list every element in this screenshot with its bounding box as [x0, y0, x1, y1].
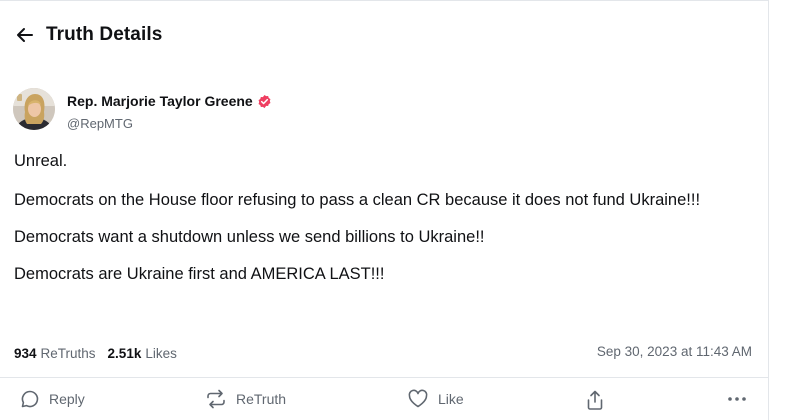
- share-button[interactable]: [585, 389, 605, 411]
- post-paragraph: Democrats want a shutdown unless we send…: [14, 228, 485, 246]
- post-paragraph: Democrats on the House floor refusing to…: [14, 191, 701, 209]
- reply-label: Reply: [49, 391, 85, 407]
- action-bar: Reply ReTruth Like: [0, 378, 768, 420]
- retruths-count: 934: [14, 345, 37, 361]
- post-timestamp: Sep 30, 2023 at 11:43 AM: [596, 344, 752, 359]
- more-options-button[interactable]: [727, 393, 747, 405]
- page-title: Truth Details: [46, 24, 163, 45]
- reply-button[interactable]: Reply: [20, 389, 85, 409]
- retruth-button[interactable]: ReTruth: [205, 389, 286, 409]
- post-paragraph: Democrats are Ukraine first and AMERICA …: [14, 265, 385, 283]
- retruth-label: ReTruth: [236, 391, 287, 407]
- avatar[interactable]: [13, 88, 55, 130]
- heart-icon: [408, 389, 428, 408]
- author-handle[interactable]: @RepMTG: [67, 116, 272, 131]
- verified-badge-icon: [257, 94, 272, 109]
- like-button[interactable]: Like: [407, 389, 464, 409]
- retruths-stat[interactable]: 934 ReTruths: [14, 346, 96, 361]
- arrow-left-icon: [17, 28, 33, 42]
- more-icon: [728, 397, 746, 401]
- post-paragraph: Unreal.: [14, 152, 68, 170]
- likes-count: 2.51k: [107, 345, 142, 361]
- likes-stat[interactable]: 2.51k Likes: [108, 346, 177, 361]
- retruths-label: ReTruths: [40, 345, 96, 361]
- author-name[interactable]: Rep. Marjorie Taylor Greene: [67, 93, 253, 109]
- column-border: [768, 0, 769, 420]
- back-button[interactable]: [14, 24, 36, 46]
- post-content: Unreal. Democrats on the House floor ref…: [14, 150, 744, 300]
- reply-icon: [21, 390, 39, 408]
- likes-label: Likes: [145, 345, 177, 361]
- top-border: [0, 0, 768, 1]
- author-info: Rep. Marjorie Taylor Greene @RepMTG: [67, 93, 272, 131]
- avatar-image: [13, 88, 55, 130]
- like-label: Like: [438, 391, 464, 407]
- retruth-icon: [207, 389, 225, 409]
- post-author: Rep. Marjorie Taylor Greene @RepMTG: [13, 88, 272, 131]
- share-icon: [587, 390, 603, 410]
- post-stats: 934 ReTruths 2.51k Likes Sep 30, 2023 at…: [14, 344, 754, 362]
- page-header: Truth Details: [14, 22, 162, 48]
